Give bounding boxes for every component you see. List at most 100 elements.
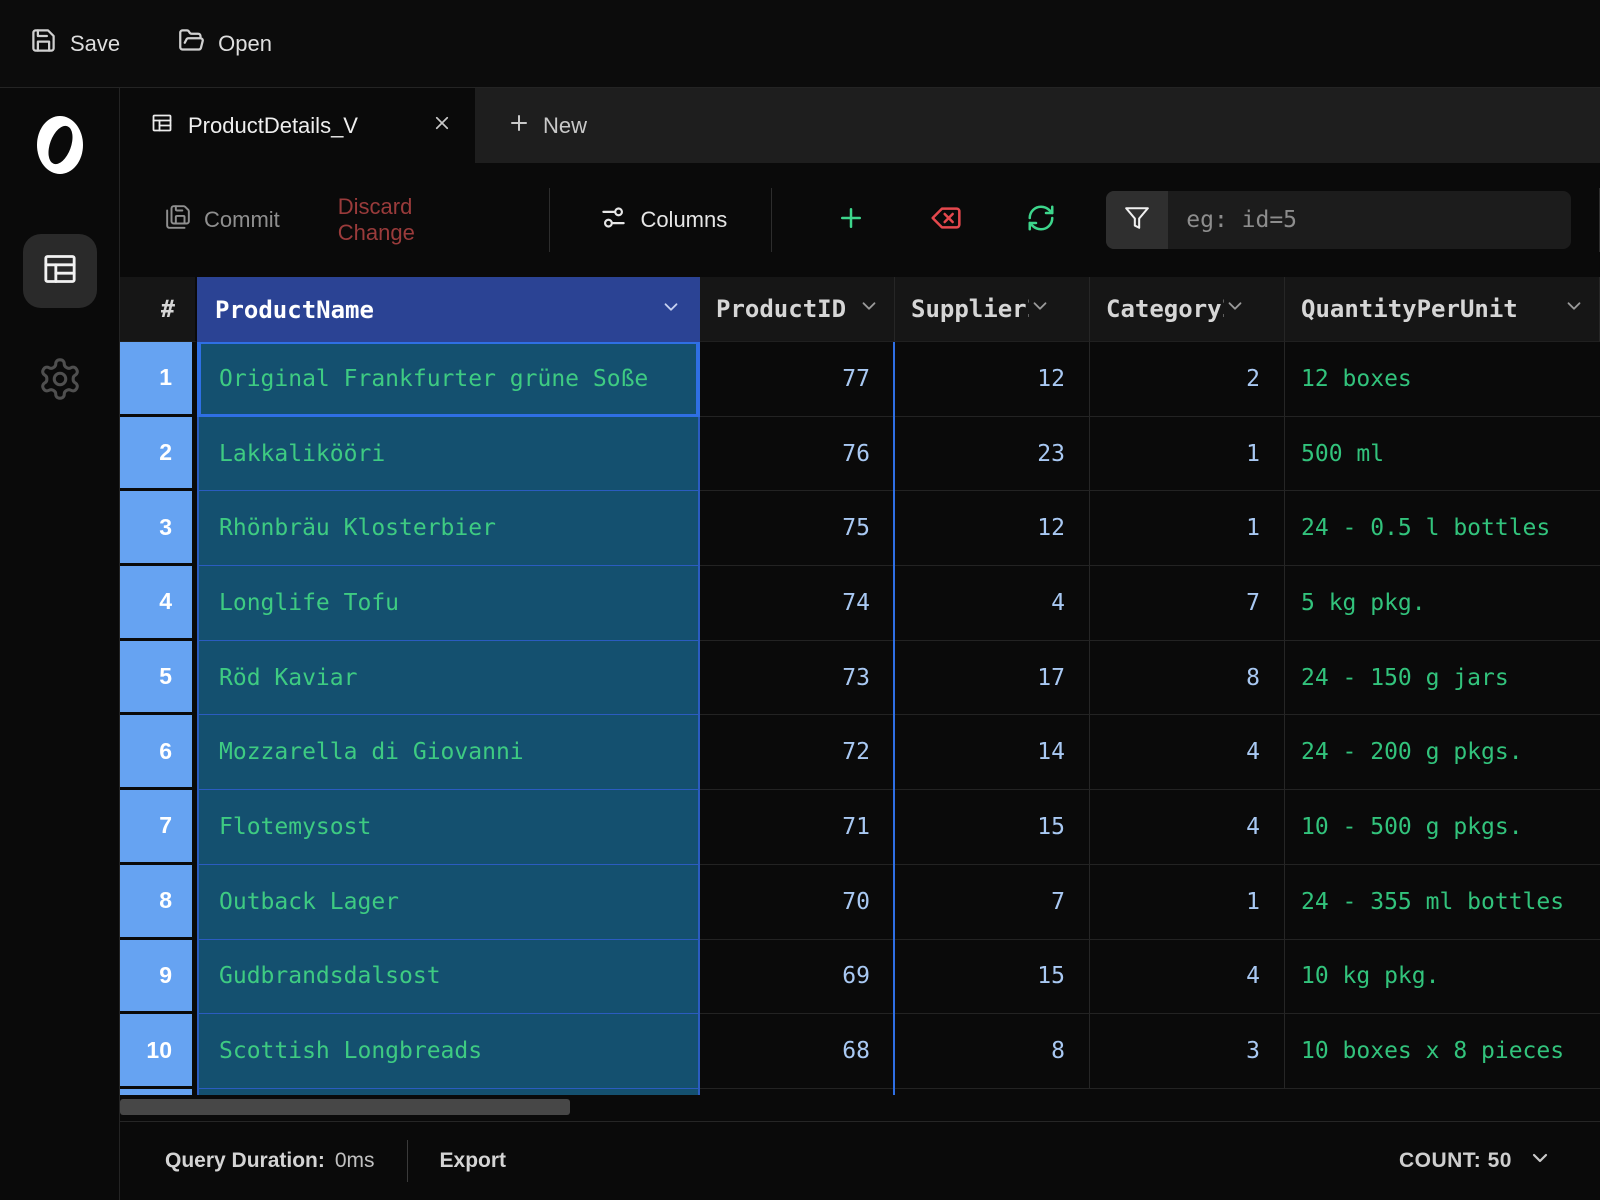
quantity-per-unit-cell[interactable]: 24 - 200 g pkgs. <box>1285 715 1600 790</box>
quantity-per-unit-cell[interactable]: 10 kg pkg. <box>1285 940 1600 1015</box>
chevron-down-icon[interactable] <box>1563 295 1585 323</box>
table-row: 7 Flotemysost 71 15 4 10 - 500 g pkgs. <box>120 790 1600 865</box>
category-id-cell[interactable]: 7 <box>1090 566 1285 641</box>
product-id-cell[interactable]: 76 <box>700 417 895 492</box>
category-id-cell[interactable]: 1 <box>1090 865 1285 940</box>
refresh-button[interactable] <box>1026 203 1056 238</box>
quantity-per-unit-cell[interactable]: 500 ml <box>1285 417 1600 492</box>
count-selector[interactable]: COUNT: 50 <box>1399 1146 1552 1176</box>
row-number-cell[interactable]: 7 <box>120 790 197 865</box>
row-number-cell[interactable]: 3 <box>120 491 197 566</box>
product-name-cell[interactable]: Rhönbräu Klosterbier <box>197 491 700 566</box>
statusbar-divider <box>407 1140 408 1182</box>
supplier-id-cell[interactable]: 12 <box>895 491 1090 566</box>
header-row-number[interactable]: # <box>120 277 197 342</box>
product-id-cell[interactable]: 77 <box>700 342 895 417</box>
category-id-cell[interactable]: 1 <box>1090 417 1285 492</box>
supplier-id-cell[interactable]: 7 <box>895 865 1090 940</box>
table-row: 4 Longlife Tofu 74 4 7 5 kg pkg. <box>120 566 1600 641</box>
status-bar: Query Duration: 0ms Export COUNT: 50 <box>120 1121 1600 1200</box>
new-tab-button[interactable]: New <box>475 88 587 163</box>
quantity-per-unit-cell[interactable]: 24 - 355 ml bottles <box>1285 865 1600 940</box>
add-row-button[interactable] <box>836 203 866 238</box>
row-number-cell[interactable]: 2 <box>120 417 197 492</box>
supplier-id-cell[interactable]: 15 <box>895 940 1090 1015</box>
sidebar-item-tables[interactable] <box>23 234 97 308</box>
column-resize-indicator[interactable] <box>893 342 895 1095</box>
header-supplierid[interactable]: SupplierID <box>895 277 1090 342</box>
product-id-cell[interactable]: 71 <box>700 790 895 865</box>
filter-funnel-button[interactable] <box>1106 191 1168 249</box>
discard-change-button[interactable]: Discard Change <box>338 194 496 246</box>
product-id-cell[interactable]: 69 <box>700 940 895 1015</box>
tab-productdetails-v[interactable]: ProductDetails_V <box>120 88 475 163</box>
quantity-per-unit-cell[interactable]: 12 boxes <box>1285 342 1600 417</box>
close-icon[interactable] <box>433 114 451 137</box>
chevron-down-icon[interactable] <box>1224 295 1246 323</box>
category-id-cell[interactable]: 4 <box>1090 940 1285 1015</box>
header-productname[interactable]: ProductName <box>197 277 700 342</box>
row-number-cell[interactable]: 1 <box>120 342 197 417</box>
row-number-cell[interactable]: 6 <box>120 715 197 790</box>
category-id-cell[interactable]: 3 <box>1090 1014 1285 1089</box>
plus-icon <box>507 111 531 141</box>
supplier-id-cell[interactable]: 8 <box>895 1014 1090 1089</box>
commit-label: Commit <box>204 207 280 233</box>
save-button[interactable]: Save <box>30 27 120 60</box>
product-id-cell[interactable]: 70 <box>700 865 895 940</box>
commit-button[interactable]: Commit <box>165 204 280 236</box>
product-name-cell[interactable]: Gudbrandsdalsost <box>197 940 700 1015</box>
chevron-down-icon[interactable] <box>858 295 880 323</box>
filter-input[interactable] <box>1168 191 1571 249</box>
product-name-cell[interactable]: Flotemysost <box>197 790 700 865</box>
product-name-cell[interactable]: Mozzarella di Giovanni <box>197 715 700 790</box>
product-name-cell[interactable]: Original Frankfurter grüne Soße <box>197 342 700 417</box>
product-name-cell[interactable]: Longlife Tofu <box>197 566 700 641</box>
chevron-down-icon[interactable] <box>1029 295 1051 323</box>
product-name-cell[interactable]: Röd Kaviar <box>197 641 700 716</box>
product-id-cell[interactable]: 73 <box>700 641 895 716</box>
product-name-cell[interactable]: Lakkalikööri <box>197 417 700 492</box>
header-productid[interactable]: ProductID <box>700 277 895 342</box>
product-id-cell[interactable]: 75 <box>700 491 895 566</box>
columns-button[interactable]: Columns <box>600 204 727 237</box>
table-row: 2 Lakkalikööri 76 23 1 500 ml <box>120 417 1600 492</box>
supplier-id-cell[interactable]: 14 <box>895 715 1090 790</box>
quantity-per-unit-cell[interactable]: 24 - 0.5 l bottles <box>1285 491 1600 566</box>
supplier-id-cell[interactable]: 17 <box>895 641 1090 716</box>
row-number-cell[interactable]: 5 <box>120 641 197 716</box>
product-id-cell[interactable]: 72 <box>700 715 895 790</box>
row-number-cell[interactable]: 9 <box>120 940 197 1015</box>
supplier-id-cell[interactable]: 12 <box>895 342 1090 417</box>
category-id-cell[interactable]: 4 <box>1090 790 1285 865</box>
category-id-cell[interactable]: 4 <box>1090 715 1285 790</box>
row-number-cell[interactable]: 10 <box>120 1014 197 1089</box>
product-name-cell[interactable]: Outback Lager <box>197 865 700 940</box>
open-button[interactable]: Open <box>178 27 272 60</box>
category-id-cell[interactable]: 2 <box>1090 342 1285 417</box>
delete-row-button[interactable] <box>930 202 962 239</box>
category-id-cell[interactable]: 1 <box>1090 491 1285 566</box>
quantity-per-unit-cell[interactable]: 5 kg pkg. <box>1285 566 1600 641</box>
product-id-cell[interactable]: 68 <box>700 1014 895 1089</box>
export-button[interactable]: Export <box>440 1149 507 1173</box>
product-name-cell[interactable]: Scottish Longbreads <box>197 1014 700 1089</box>
row-number-cell[interactable]: 8 <box>120 865 197 940</box>
supplier-id-cell[interactable]: 15 <box>895 790 1090 865</box>
quantity-per-unit-cell[interactable]: 24 - 150 g jars <box>1285 641 1600 716</box>
table-row: 10 Scottish Longbreads 68 8 3 10 boxes x… <box>120 1014 1600 1089</box>
header-quantityperunit[interactable]: QuantityPerUnit <box>1285 277 1600 342</box>
quantity-per-unit-cell[interactable]: 10 boxes x 8 pieces <box>1285 1014 1600 1089</box>
product-id-cell[interactable]: 74 <box>700 566 895 641</box>
supplier-id-cell[interactable]: 4 <box>895 566 1090 641</box>
header-categoryid[interactable]: CategoryID <box>1090 277 1285 342</box>
sidebar-item-settings[interactable] <box>23 344 97 418</box>
supplier-id-cell[interactable]: 23 <box>895 417 1090 492</box>
query-duration-label: Query Duration: <box>165 1149 325 1173</box>
chevron-down-icon[interactable] <box>660 296 682 324</box>
plus-icon <box>836 203 866 238</box>
scrollbar-thumb[interactable] <box>120 1099 570 1115</box>
quantity-per-unit-cell[interactable]: 10 - 500 g pkgs. <box>1285 790 1600 865</box>
category-id-cell[interactable]: 8 <box>1090 641 1285 716</box>
row-number-cell[interactable]: 4 <box>120 566 197 641</box>
